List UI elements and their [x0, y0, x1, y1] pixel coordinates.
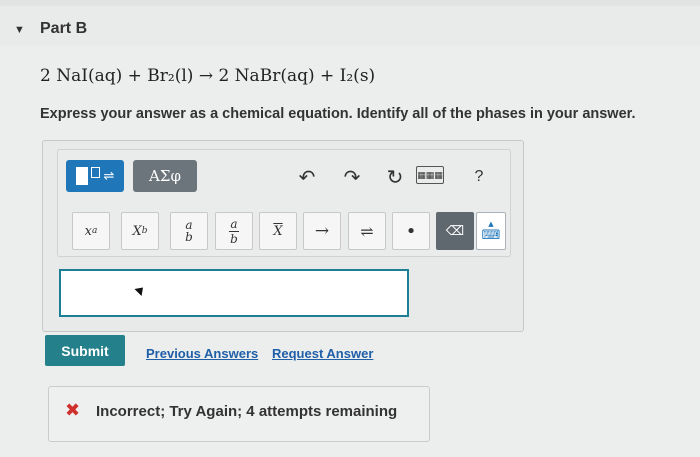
help-button[interactable]: ? — [468, 164, 490, 190]
submit-button[interactable]: Submit — [45, 335, 125, 366]
dot-button[interactable]: • — [392, 212, 430, 250]
redo-icon[interactable]: ↷ — [339, 164, 365, 190]
feedback-text: Incorrect; Try Again; 4 attempts remaini… — [96, 403, 398, 420]
templates-icon — [75, 167, 88, 185]
question-instruction: Express your answer as a chemical equati… — [40, 106, 636, 122]
editor-toolbar: ⇌ ΑΣφ ↶ ↷ ↻ ▦▦▦ ? xa Xb a b a b X → ⇌ • … — [57, 149, 511, 257]
delete-icon[interactable]: ⌫ — [436, 212, 474, 250]
fraction-button[interactable]: a b — [170, 212, 208, 250]
equilibrium-arrow-button[interactable]: ⇌ — [348, 212, 386, 250]
subscript-button[interactable]: Xb — [121, 212, 159, 250]
superscript-button[interactable]: xa — [72, 212, 110, 250]
mouse-cursor-icon — [134, 283, 147, 297]
previous-answers-link[interactable]: Previous Answers — [146, 346, 258, 361]
answer-editor: ⇌ ΑΣφ ↶ ↷ ↻ ▦▦▦ ? xa Xb a b a b X → ⇌ • … — [42, 140, 524, 332]
reset-icon[interactable]: ↻ — [382, 164, 408, 190]
part-header[interactable]: ▼ Part B — [0, 6, 700, 46]
keyboard-icon[interactable]: ▦▦▦ — [416, 166, 444, 184]
undo-icon[interactable]: ↶ — [294, 164, 320, 190]
overbar-button[interactable]: X — [259, 212, 297, 250]
templates-button[interactable]: ⇌ — [66, 160, 124, 192]
fraction-bar-button[interactable]: a b — [215, 212, 253, 250]
greek-symbols-button[interactable]: ΑΣφ — [133, 160, 197, 192]
x-icon: ✖ — [65, 400, 81, 420]
reaction-equation: 2 NaI(aq) + Br₂(l) → 2 NaBr(aq) + I₂(s) — [40, 66, 376, 86]
request-answer-link[interactable]: Request Answer — [272, 346, 373, 361]
answer-input[interactable] — [59, 269, 409, 317]
feedback-box: ✖ Incorrect; Try Again; 4 attempts remai… — [48, 386, 430, 442]
part-title: Part B — [40, 20, 88, 37]
keyboard-toggle-icon[interactable]: ▲ ⌨ — [476, 212, 506, 250]
reaction-arrow-button[interactable]: → — [303, 212, 341, 250]
triangle-down-icon[interactable]: ▼ — [14, 24, 25, 36]
